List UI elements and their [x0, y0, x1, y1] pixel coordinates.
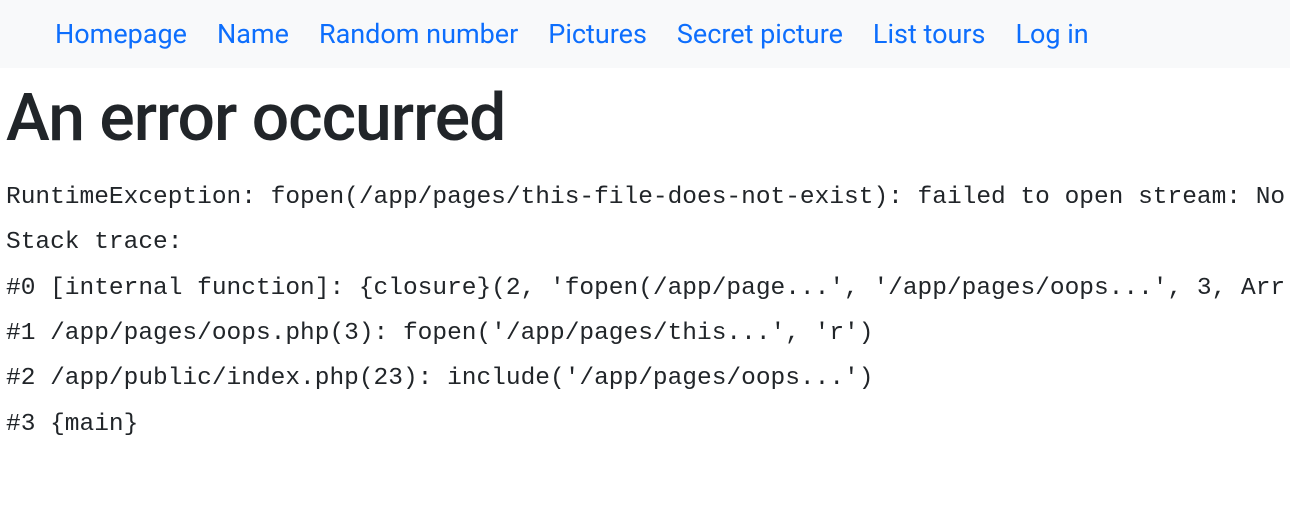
- nav-link-pictures[interactable]: Pictures: [548, 18, 647, 50]
- nav-link-log-in[interactable]: Log in: [1015, 18, 1088, 50]
- content: An error occurred RuntimeException: fope…: [0, 68, 1290, 457]
- page-title: An error occurred: [6, 80, 1284, 157]
- navbar: Homepage Name Random number Pictures Sec…: [0, 0, 1290, 68]
- nav-link-name[interactable]: Name: [217, 18, 289, 50]
- nav-link-secret-picture[interactable]: Secret picture: [677, 18, 843, 50]
- nav-link-list-tours[interactable]: List tours: [873, 18, 986, 50]
- nav-link-random-number[interactable]: Random number: [319, 18, 518, 50]
- nav-link-homepage[interactable]: Homepage: [55, 18, 187, 50]
- stack-trace: RuntimeException: fopen(/app/pages/this-…: [6, 175, 1284, 457]
